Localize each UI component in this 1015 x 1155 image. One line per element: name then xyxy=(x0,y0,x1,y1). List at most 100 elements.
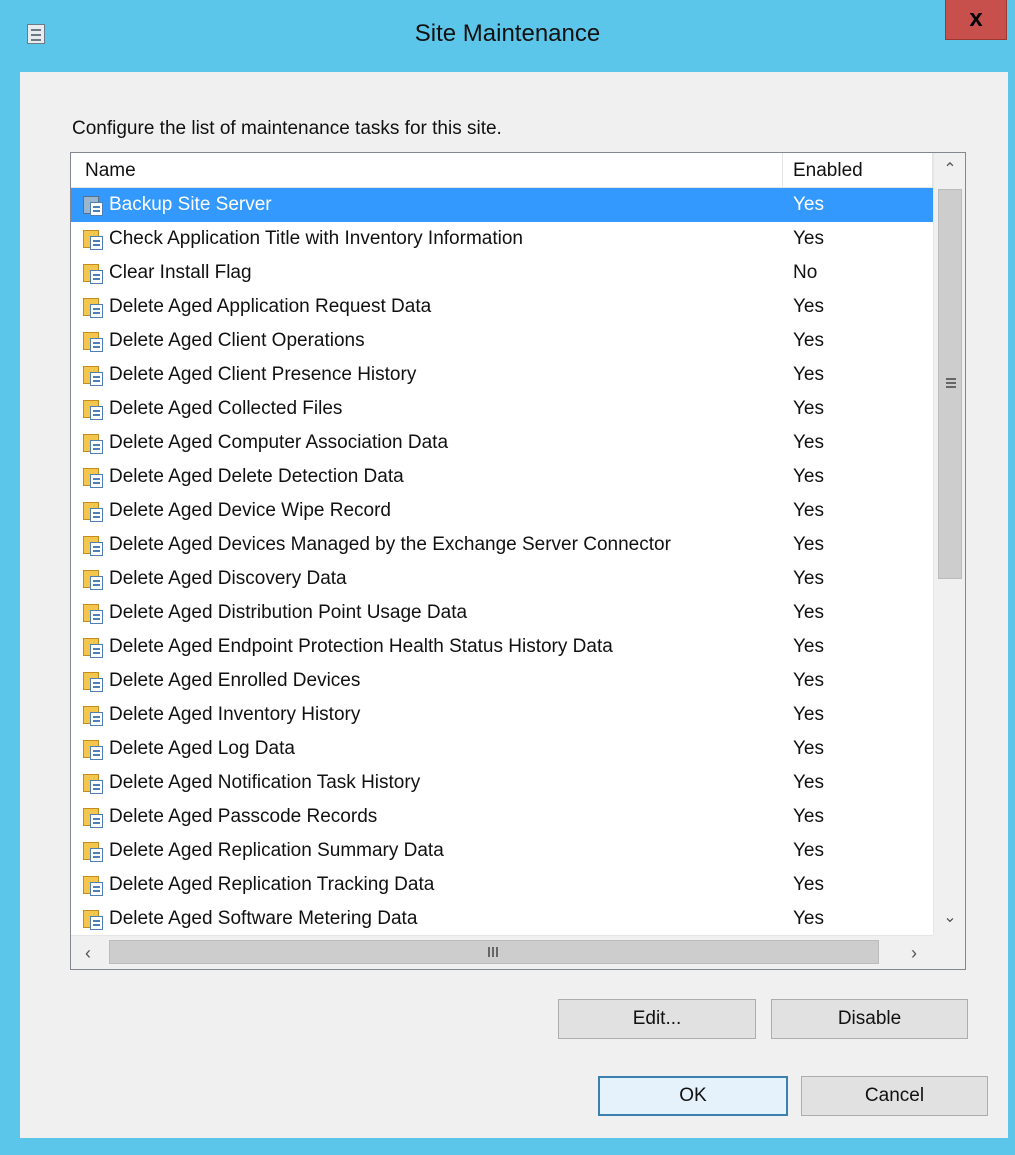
cancel-button[interactable]: Cancel xyxy=(801,1076,988,1116)
column-header-name[interactable]: Name xyxy=(71,153,783,187)
task-name-cell: Delete Aged Log Data xyxy=(107,732,297,766)
task-name: Delete Aged Delete Detection Data xyxy=(109,466,404,487)
maintenance-task-list[interactable]: Name Enabled Backup Site Server Yes Check … xyxy=(70,152,966,970)
maintenance-task-icon xyxy=(83,228,103,250)
task-name-cell: Delete Aged Software Metering Data xyxy=(107,902,419,936)
task-row[interactable]: Delete Aged Client Operations Yes xyxy=(71,324,933,358)
task-name-cell: Delete Aged Device Wipe Record xyxy=(107,494,393,528)
horizontal-scroll-thumb[interactable] xyxy=(109,940,879,964)
task-name-cell: Delete Aged Client Presence History xyxy=(107,358,418,392)
task-row[interactable]: Delete Aged Discovery Data Yes xyxy=(71,562,933,596)
chevron-down-icon[interactable]: ⌄ xyxy=(934,901,965,935)
task-enabled: Yes xyxy=(793,704,824,725)
task-row[interactable]: Delete Aged Application Request Data Yes xyxy=(71,290,933,324)
task-row[interactable]: Delete Aged Passcode Records Yes xyxy=(71,800,933,834)
task-enabled: Yes xyxy=(793,534,824,555)
task-row[interactable]: Delete Aged Client Presence History Yes xyxy=(71,358,933,392)
task-enabled: Yes xyxy=(793,908,824,929)
maintenance-task-icon xyxy=(83,602,103,624)
task-name: Delete Aged Software Metering Data xyxy=(109,908,418,929)
task-enabled: Yes xyxy=(793,500,824,521)
task-enabled: Yes xyxy=(793,432,824,453)
task-row[interactable]: Delete Aged Enrolled Devices Yes xyxy=(71,664,933,698)
task-enabled: Yes xyxy=(793,194,824,215)
maintenance-task-icon xyxy=(83,466,103,488)
task-row[interactable]: Backup Site Server Yes xyxy=(71,188,933,222)
vertical-scroll-thumb[interactable] xyxy=(938,189,962,579)
task-row[interactable]: Delete Aged Computer Association Data Yes xyxy=(71,426,933,460)
maintenance-task-icon xyxy=(83,330,103,352)
task-name: Delete Aged Devices Managed by the Excha… xyxy=(109,534,671,555)
task-name: Delete Aged Replication Tracking Data xyxy=(109,874,435,895)
task-name-cell: Delete Aged Computer Association Data xyxy=(107,426,450,460)
grip-icon xyxy=(488,947,498,957)
task-name: Clear Install Flag xyxy=(109,262,252,283)
maintenance-task-icon xyxy=(83,704,103,726)
task-name: Delete Aged Endpoint Protection Health S… xyxy=(109,636,613,657)
task-row[interactable]: Delete Aged Notification Task History Yes xyxy=(71,766,933,800)
title-bar[interactable]: Site Maintenance x xyxy=(0,0,1015,72)
maintenance-task-icon xyxy=(83,432,103,454)
disable-button[interactable]: Disable xyxy=(771,999,968,1039)
task-enabled: Yes xyxy=(793,670,824,691)
task-name: Delete Aged Distribution Point Usage Dat… xyxy=(109,602,468,623)
maintenance-task-icon xyxy=(83,568,103,590)
maintenance-task-icon xyxy=(83,840,103,862)
chevron-left-icon[interactable]: ‹ xyxy=(71,936,105,969)
instruction-text: Configure the list of maintenance tasks … xyxy=(72,118,502,139)
task-name: Delete Aged Application Request Data xyxy=(109,296,432,317)
task-name: Delete Aged Collected Files xyxy=(109,398,343,419)
task-row[interactable]: Delete Aged Software Metering Data Yes xyxy=(71,902,933,936)
scrollbar-corner xyxy=(933,935,965,969)
task-row[interactable]: Delete Aged Distribution Point Usage Dat… xyxy=(71,596,933,630)
maintenance-task-icon xyxy=(83,636,103,658)
horizontal-scrollbar[interactable]: ‹ › xyxy=(71,935,933,969)
task-row[interactable]: Clear Install Flag No xyxy=(71,256,933,290)
task-row[interactable]: Delete Aged Endpoint Protection Health S… xyxy=(71,630,933,664)
task-row[interactable]: Check Application Title with Inventory I… xyxy=(71,222,933,256)
maintenance-task-icon xyxy=(83,670,103,692)
task-enabled: Yes xyxy=(793,466,824,487)
maintenance-task-icon xyxy=(83,296,103,318)
maintenance-task-icon xyxy=(83,500,103,522)
task-row[interactable]: Delete Aged Replication Tracking Data Yes xyxy=(71,868,933,902)
task-name: Backup Site Server xyxy=(107,188,274,222)
task-name: Delete Aged Notification Task History xyxy=(109,772,421,793)
task-row[interactable]: Delete Aged Devices Managed by the Excha… xyxy=(71,528,933,562)
edit-button[interactable]: Edit... xyxy=(558,999,756,1039)
task-name-cell: Delete Aged Replication Tracking Data xyxy=(107,868,436,902)
maintenance-task-icon xyxy=(83,194,103,216)
task-row[interactable]: Delete Aged Inventory History Yes xyxy=(71,698,933,732)
task-name-cell: Delete Aged Endpoint Protection Health S… xyxy=(107,630,615,664)
task-enabled: No xyxy=(793,262,818,283)
column-header-enabled[interactable]: Enabled xyxy=(783,153,933,187)
task-name-cell: Delete Aged Enrolled Devices xyxy=(107,664,362,698)
close-button[interactable]: x xyxy=(945,0,1007,40)
task-row[interactable]: Delete Aged Device Wipe Record Yes xyxy=(71,494,933,528)
task-name: Delete Aged Client Operations xyxy=(109,330,365,351)
task-enabled: Yes xyxy=(793,568,824,589)
task-enabled: Yes xyxy=(793,364,824,385)
task-name: Delete Aged Computer Association Data xyxy=(109,432,449,453)
chevron-right-icon[interactable]: › xyxy=(897,936,931,969)
maintenance-task-icon xyxy=(83,772,103,794)
window-title: Site Maintenance xyxy=(414,20,601,47)
task-enabled: Yes xyxy=(793,874,824,895)
task-name-cell: Delete Aged Client Operations xyxy=(107,324,367,358)
site-maintenance-dialog: Site Maintenance x Configure the list of… xyxy=(0,0,1015,1155)
ok-button[interactable]: OK xyxy=(598,1076,788,1116)
task-enabled: Yes xyxy=(793,330,824,351)
task-row[interactable]: Delete Aged Delete Detection Data Yes xyxy=(71,460,933,494)
task-name: Delete Aged Log Data xyxy=(109,738,295,759)
task-row[interactable]: Delete Aged Log Data Yes xyxy=(71,732,933,766)
task-name-cell: Delete Aged Passcode Records xyxy=(107,800,379,834)
task-enabled: Yes xyxy=(793,772,824,793)
task-enabled: Yes xyxy=(793,602,824,623)
task-row[interactable]: Delete Aged Collected Files Yes xyxy=(71,392,933,426)
vertical-scrollbar[interactable]: ⌃ ⌄ xyxy=(933,153,965,935)
task-name-cell: Clear Install Flag xyxy=(107,256,254,290)
task-name: Delete Aged Device Wipe Record xyxy=(109,500,391,521)
task-enabled: Yes xyxy=(793,806,824,827)
task-row[interactable]: Delete Aged Replication Summary Data Yes xyxy=(71,834,933,868)
chevron-up-icon[interactable]: ⌃ xyxy=(934,153,965,187)
